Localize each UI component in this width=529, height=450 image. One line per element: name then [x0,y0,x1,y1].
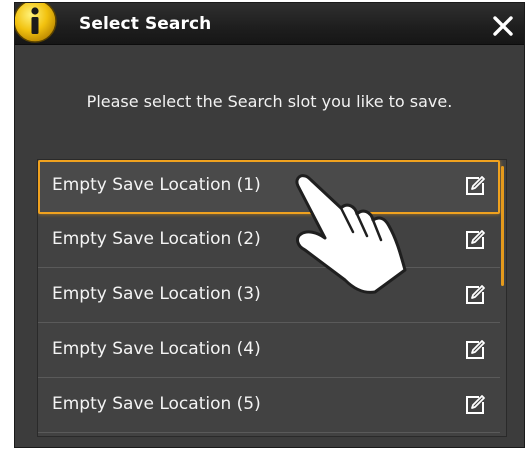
save-slot-label: Empty Save Location (5) [52,394,261,414]
save-slot-label: Empty Save Location (3) [52,284,261,304]
save-slot-list: Empty Save Location (1) Empty Save Locat… [37,159,507,437]
save-slot-5[interactable]: Empty Save Location (5) [38,379,500,433]
close-icon[interactable] [492,15,514,37]
list-scrollbar[interactable] [501,166,504,286]
save-slot-3[interactable]: Empty Save Location (3) [38,269,500,323]
save-slot-4[interactable]: Empty Save Location (4) [38,324,500,378]
dialog-prompt: Please select the Search slot you like t… [86,92,453,111]
save-slot-1[interactable]: Empty Save Location (1) [38,160,500,214]
edit-icon[interactable] [464,339,486,361]
save-slot-label: Empty Save Location (2) [52,229,261,249]
edit-icon[interactable] [464,175,486,197]
save-slot-label: Empty Save Location (1) [52,175,261,195]
edit-icon[interactable] [464,229,486,251]
dialog-title: Select Search [79,14,212,34]
edit-icon[interactable] [464,284,486,306]
edit-icon[interactable] [464,394,486,416]
save-slot-label: Empty Save Location (4) [52,339,261,359]
save-slot-2[interactable]: Empty Save Location (2) [38,214,500,268]
dialog-titlebar: Select Search [15,3,524,45]
select-search-dialog: Select Search Please select the Search s… [14,2,525,448]
info-icon [15,3,57,43]
